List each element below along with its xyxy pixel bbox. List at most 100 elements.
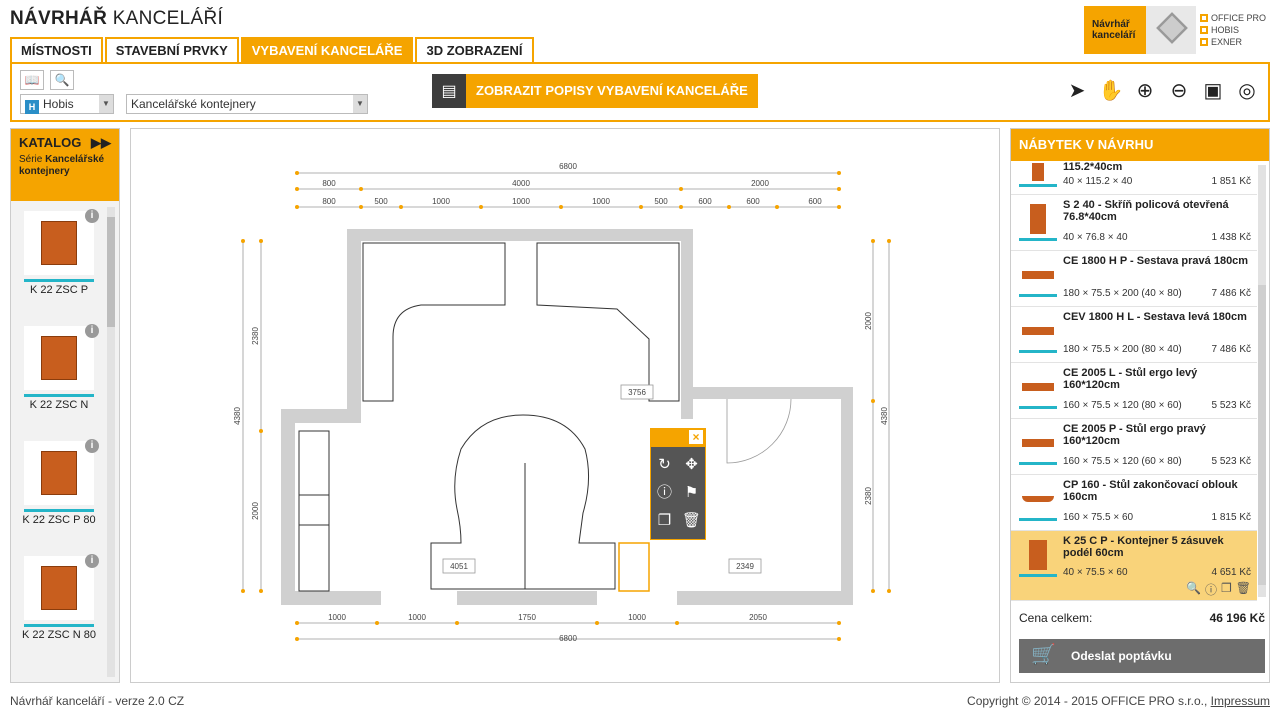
footer-copyright: Copyright © 2014 - 2015 OFFICE PRO s.r.o… (967, 694, 1270, 708)
plan-dim: 500 (654, 197, 668, 206)
info-icon[interactable]: i (85, 324, 99, 338)
catalog-series: Série Kancelářské kontejnery (19, 154, 105, 177)
catalog-header: KATALOG ▶▶ Série Kancelářské kontejnery (11, 129, 119, 201)
furniture-item-price: 7 486 Kč (1211, 288, 1251, 299)
main-tabs: MÍSTNOSTI STAVEBNÍ PRVKY VYBAVENÍ KANCEL… (10, 37, 536, 71)
plan-dim: 4380 (880, 407, 889, 425)
category-select[interactable]: Kancelářské kontejnery ▼ (126, 94, 368, 114)
furniture-item-dims: 180 × 75.5 × 200 (40 × 80) (1063, 288, 1182, 299)
plan-dim: 4000 (512, 179, 530, 188)
furniture-item[interactable]: CP 160 - Stůl zakončovací oblouk 160cm 1… (1011, 475, 1257, 531)
furniture-item-price: 1 815 Kč (1211, 512, 1251, 523)
app-title-bold: NÁVRHÁŘ (10, 8, 108, 29)
chevron-down-icon: ▼ (99, 95, 113, 113)
info-icon[interactable]: i (85, 439, 99, 453)
item-actions: 🔍 ⓘ ❐ 🗑 (1186, 581, 1251, 598)
info-icon[interactable]: ⓘ (655, 483, 675, 503)
plan-dim: 6800 (559, 634, 577, 643)
brand-line2: kanceláří (1092, 30, 1136, 41)
hobis-logo-icon: H (25, 100, 39, 114)
catalog-item[interactable]: i K 22 ZSC N (11, 318, 107, 433)
view-tools: ➤ ✋ ⊕ ⊖ ▣ ◎ (1064, 76, 1260, 104)
rotate-icon[interactable]: ↻ (655, 455, 675, 475)
zoom-all-icon[interactable]: ◎ (1234, 76, 1260, 104)
product-thumb (1019, 201, 1057, 241)
furniture-item[interactable]: CE 2005 L - Stůl ergo levý 160*120cm 160… (1011, 363, 1257, 419)
toolbar: 📖 🔍 H Hobis ▼ Kancelářské kontejnery ▼ ▤ … (10, 62, 1270, 122)
furniture-item-dims: 40 × 76.8 × 40 (1063, 232, 1128, 243)
plan-dim: 1000 (328, 613, 346, 622)
info-icon[interactable]: i (85, 209, 99, 223)
floor-plan-canvas[interactable]: 3756 4051 2349 6800 800 4000 2000 800 50… (130, 128, 1000, 683)
furniture-item-dims: 180 × 75.5 × 200 (80 × 40) (1063, 344, 1182, 355)
flag-icon[interactable]: ⚑ (682, 483, 702, 503)
plan-dim: 600 (808, 197, 822, 206)
tab-office-equipment[interactable]: VYBAVENÍ KANCELÁŘE (240, 37, 414, 71)
furniture-item-name: K 25 C P - Kontejner 5 zásuvek podél 60c… (1063, 535, 1224, 559)
catalog-list: i K 22 ZSC P i K 22 ZSC N i K 22 ZSC P 8… (11, 203, 107, 681)
manufacturer-select[interactable]: H Hobis ▼ (20, 94, 114, 114)
plan-dim: 2050 (749, 613, 767, 622)
move-icon[interactable]: ✥ (682, 455, 702, 475)
plan-inner-label: 3756 (628, 388, 646, 397)
impressum-link[interactable]: Impressum (1211, 694, 1270, 708)
pan-hand-icon[interactable]: ✋ (1098, 76, 1124, 104)
floor-plan-svg: 3756 4051 2349 6800 800 4000 2000 800 50… (233, 162, 891, 643)
total-price: Cena celkem: 46 196 Kč (1019, 611, 1265, 625)
send-inquiry-button[interactable]: 🛒 Odeslat poptávku (1019, 639, 1265, 673)
zoom-in-icon[interactable]: ⊕ (1132, 76, 1158, 104)
plan-dim: 1000 (628, 613, 646, 622)
catalog-title: KATALOG (19, 135, 82, 150)
cart-icon: 🛒 (1031, 644, 1056, 666)
close-icon[interactable]: × (689, 430, 703, 444)
furniture-item-price: 1 438 Kč (1211, 232, 1251, 243)
furniture-item[interactable]: S 2 40 - Skříň policová otevřená 76.8*40… (1011, 195, 1257, 251)
copy-icon[interactable]: ❐ (1221, 581, 1232, 598)
plan-dim: 800 (322, 197, 336, 206)
catalog-item[interactable]: i K 22 ZSC N 80 (11, 548, 107, 663)
plan-dim: 500 (374, 197, 388, 206)
tab-rooms[interactable]: MÍSTNOSTI (10, 37, 103, 63)
catalog-book-icon[interactable]: 📖 (20, 70, 44, 90)
tab-building-elements[interactable]: STAVEBNÍ PRVKY (104, 37, 239, 63)
furniture-item-price: 4 651 Kč (1211, 567, 1251, 578)
furniture-item[interactable]: CEV 1800 H L - Sestava levá 180cm 180 × … (1011, 307, 1257, 363)
furniture-item-name: 115.2*40cm (1063, 161, 1123, 173)
zoom-to-icon[interactable]: 🔍 (1186, 581, 1201, 598)
plan-dim: 800 (322, 179, 336, 188)
catalog-scrollbar[interactable] (107, 207, 115, 677)
trash-icon[interactable]: 🗑 (682, 511, 702, 531)
product-image (24, 441, 94, 505)
total-value: 46 196 Kč (1209, 611, 1265, 625)
furniture-item-name: CE 1800 H P - Sestava pravá 180cm (1063, 255, 1249, 267)
furniture-item[interactable]: CE 1800 H P - Sestava pravá 180cm 180 × … (1011, 251, 1257, 307)
furniture-item[interactable]: 115.2*40cm 40 × 115.2 × 40 1 851 Kč (1011, 161, 1257, 195)
furniture-item-selected[interactable]: K 25 C P - Kontejner 5 zásuvek podél 60c… (1011, 531, 1257, 601)
trash-icon[interactable]: 🗑 (1236, 581, 1251, 598)
brand-list: OFFICE PRO HOBIS EXNER (1196, 12, 1266, 48)
tab-3d-view[interactable]: 3D ZOBRAZENÍ (415, 37, 534, 63)
document-icon: ▤ (432, 74, 466, 108)
product-thumb (1019, 369, 1057, 409)
copy-icon[interactable]: ❐ (655, 511, 675, 531)
furniture-item[interactable]: CE 2005 P - Stůl ergo pravý 160*120cm 16… (1011, 419, 1257, 475)
pointer-tool-icon[interactable]: ➤ (1064, 76, 1090, 104)
plan-dim: 2380 (864, 487, 873, 505)
furniture-item-name: CEV 1800 H L - Sestava levá 180cm (1063, 311, 1247, 323)
search-icon[interactable]: 🔍 (50, 70, 74, 90)
expand-icon[interactable]: ▶▶ (91, 135, 111, 151)
info-icon[interactable]: ⓘ (1205, 581, 1217, 598)
catalog-item-name: K 22 ZSC P 80 (22, 514, 96, 526)
zoom-out-icon[interactable]: ⊖ (1166, 76, 1192, 104)
app-title: NÁVRHÁŘ KANCELÁŘÍ (10, 8, 223, 30)
product-thumb (1019, 257, 1057, 297)
product-image (24, 556, 94, 620)
furniture-scrollbar[interactable] (1258, 165, 1266, 597)
zoom-fit-icon[interactable]: ▣ (1200, 76, 1226, 104)
catalog-item[interactable]: i K 22 ZSC P 80 (11, 433, 107, 548)
info-icon[interactable]: i (85, 554, 99, 568)
show-descriptions-button[interactable]: ▤ ZOBRAZIT POPISY VYBAVENÍ KANCELÁŘE (432, 74, 758, 108)
furniture-title: NÁBYTEK V NÁVRHU (1011, 129, 1269, 161)
furniture-item-dims: 160 × 75.5 × 60 (1063, 512, 1134, 523)
catalog-item[interactable]: i K 22 ZSC P (11, 203, 107, 318)
